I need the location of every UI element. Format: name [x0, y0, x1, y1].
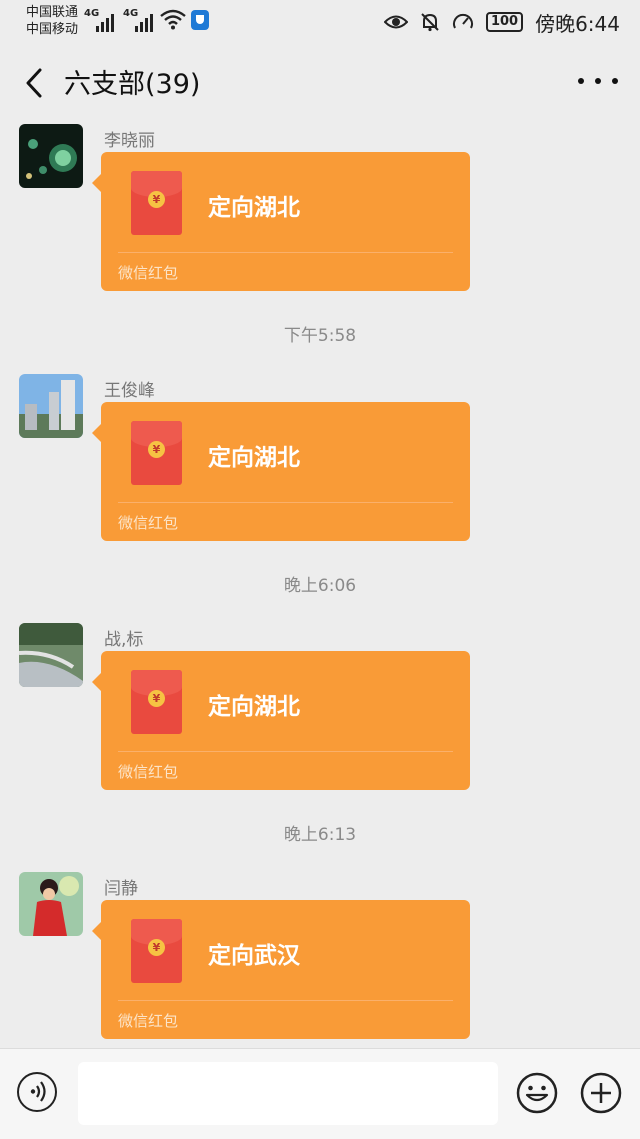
red-envelope-icon: ¥ [131, 670, 182, 734]
divider [118, 751, 453, 752]
status-time: 傍晚6:44 [535, 11, 620, 36]
avatar[interactable] [19, 872, 83, 936]
sender-name: 战,标 [104, 630, 144, 650]
status-bar: 中国联通 中国移动 4G 4G 100 傍晚6:44 [0, 0, 640, 44]
red-envelope-icon: ¥ [131, 171, 182, 235]
battery-icon: 100 [485, 12, 524, 32]
avatar[interactable] [19, 374, 83, 438]
carrier-1: 中国联通 [26, 5, 79, 20]
sender-name: 李晓丽 [104, 131, 155, 151]
red-packet-text: 定向湖北 [208, 694, 300, 720]
mute-bell-icon [421, 13, 439, 32]
divider [118, 502, 453, 503]
emoji-icon[interactable] [516, 1072, 558, 1114]
speed-icon [452, 13, 473, 29]
title-bar: 六支部(39) [0, 44, 640, 120]
red-packet-label: 微信红包 [118, 763, 179, 781]
red-envelope-icon: ¥ [131, 421, 182, 485]
red-packet-text: 定向武汉 [208, 943, 300, 969]
red-packet-label: 微信红包 [118, 1012, 179, 1030]
carrier-names: 中国联通 中国移动 [26, 4, 78, 38]
red-packet-bubble[interactable]: ¥ 定向武汉 微信红包 [92, 900, 470, 1039]
red-packet-text: 定向湖北 [208, 195, 300, 221]
carrier-2: 中国移动 [26, 22, 79, 37]
more-dots-icon[interactable] [578, 66, 618, 96]
avatar[interactable] [19, 124, 83, 188]
voice-icon[interactable] [17, 1072, 57, 1112]
sender-name: 王俊峰 [104, 381, 155, 401]
sender-name: 闫静 [104, 879, 138, 899]
red-packet-text: 定向湖北 [208, 445, 300, 471]
shield-icon [191, 10, 209, 30]
red-packet-label: 微信红包 [118, 514, 179, 532]
avatar[interactable] [19, 623, 83, 687]
chat-timestamp: 晚上6:13 [283, 825, 357, 845]
plus-icon[interactable] [580, 1072, 622, 1114]
message-input[interactable] [78, 1062, 498, 1125]
wifi-icon [160, 9, 186, 30]
red-packet-label: 微信红包 [118, 264, 179, 282]
red-packet-bubble[interactable]: ¥ 定向湖北 微信红包 [92, 152, 470, 291]
signal-icon [135, 10, 157, 32]
red-packet-bubble[interactable]: ¥ 定向湖北 微信红包 [92, 651, 470, 790]
divider [118, 252, 453, 253]
chevron-left-icon[interactable] [22, 66, 52, 100]
red-packet-bubble[interactable]: ¥ 定向湖北 微信红包 [92, 402, 470, 541]
eye-icon [383, 15, 408, 29]
input-bar [0, 1048, 640, 1139]
signal-icon [96, 10, 118, 32]
red-envelope-icon: ¥ [131, 919, 182, 983]
chat-timestamp: 下午5:58 [283, 326, 357, 346]
chat-timestamp: 晚上6:06 [283, 576, 357, 596]
divider [118, 1000, 453, 1001]
chat-title: 六支部(39) [64, 69, 201, 100]
status-right: 100 傍晚6:44 [383, 8, 620, 36]
